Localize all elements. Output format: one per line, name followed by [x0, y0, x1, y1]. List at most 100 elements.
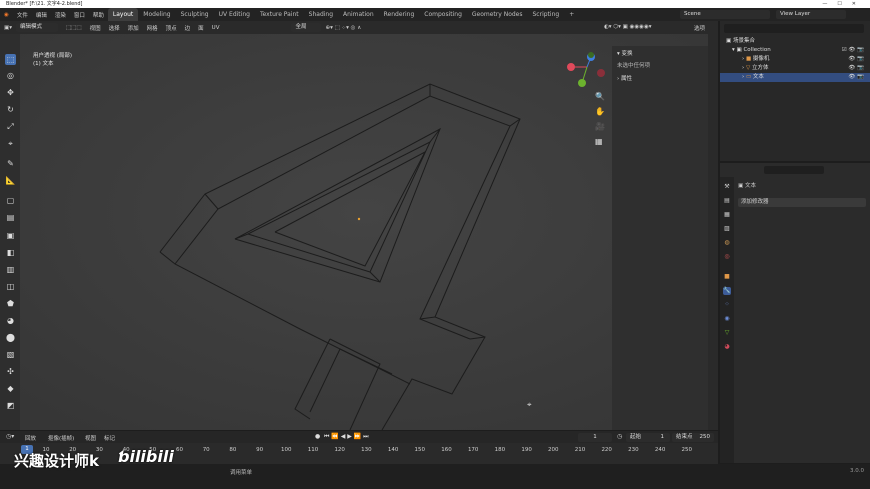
menu-uv[interactable]: UV	[208, 25, 224, 31]
knife-tool-icon[interactable]: ◫	[5, 281, 16, 292]
poly-build-tool-icon[interactable]: ⬟	[5, 298, 16, 309]
tool-tab-icon[interactable]: ⚒	[723, 183, 731, 191]
window-title: Blender* [F:\21. 文字4-2.blend]	[6, 1, 83, 7]
modifier-tab-icon[interactable]: 🔧	[723, 287, 731, 295]
tab-texture-paint[interactable]: Texture Paint	[255, 8, 304, 21]
tab-animation[interactable]: Animation	[338, 8, 379, 21]
zoom-icon[interactable]: 🔍	[595, 92, 605, 101]
start-frame-field[interactable]: 起始 1	[626, 433, 670, 442]
view-layer-tab-icon[interactable]: ▨	[723, 225, 731, 233]
tab-compositing[interactable]: Compositing	[419, 8, 467, 21]
mode-selector[interactable]: 编辑模式	[15, 23, 58, 32]
scale-tool-icon[interactable]: ⤢	[5, 121, 16, 132]
loop-cut-tool-icon[interactable]: ▥	[5, 264, 16, 275]
tab-uv-editing[interactable]: UV Editing	[214, 8, 255, 21]
shear-tool-icon[interactable]: ◆	[5, 383, 16, 394]
object-tab-icon[interactable]: ■	[723, 273, 731, 281]
end-frame-field[interactable]: 结束点 250	[672, 433, 714, 442]
3d-viewport[interactable]: 用户透视 (局部) (1) 文本 🔍 ✋ 🎥 ▦ ⌖	[20, 34, 708, 430]
menu-add[interactable]: 添加	[124, 24, 143, 32]
transform-tool-icon[interactable]: ⌖	[5, 138, 16, 149]
pan-hand-icon[interactable]: ✋	[595, 107, 605, 116]
extrude-tool-icon[interactable]: ▤	[5, 212, 16, 223]
outliner-item-text[interactable]: › ▭ 文本 👁 📷	[720, 73, 870, 82]
spin-tool-icon[interactable]: ◕	[5, 315, 16, 326]
timeline-tick-label: 70	[202, 447, 210, 453]
render-tab-icon[interactable]: ▤	[723, 197, 731, 205]
select-box-tool-icon[interactable]: ⬚	[5, 54, 16, 65]
blender-logo-icon[interactable]: ◉	[0, 12, 13, 18]
properties-editor: ▣ 文本 添加修改器	[720, 163, 870, 463]
particles-tab-icon[interactable]: ⁘	[723, 301, 731, 309]
tab-layout[interactable]: Layout	[107, 8, 139, 21]
transform-orientation[interactable]: 全局	[291, 23, 322, 32]
add-cube-tool-icon[interactable]: ▢	[5, 195, 16, 206]
cursor-tool-icon[interactable]: ◎	[5, 70, 16, 81]
measure-tool-icon[interactable]: 📐	[5, 175, 16, 186]
options-button[interactable]: 选项	[690, 24, 709, 32]
window-controls[interactable]: —☐✕	[822, 0, 866, 8]
view-layer-selector[interactable]: View Layer	[776, 10, 846, 19]
menu-file[interactable]: 文件	[13, 11, 32, 19]
collection-row[interactable]: ▾ ▣ Collection ☑ 👁 📷	[720, 46, 870, 55]
menu-playback[interactable]: 回放	[25, 434, 36, 442]
add-modifier-button[interactable]: 添加修改器	[738, 198, 866, 207]
bevel-tool-icon[interactable]: ◧	[5, 247, 16, 258]
tab-sculpting[interactable]: Sculpting	[176, 8, 214, 21]
timeline-tick-label: 190	[521, 447, 532, 453]
timeline-editor-icon[interactable]: ◷▾	[6, 433, 14, 440]
menu-window[interactable]: 窗口	[70, 11, 89, 19]
menu-face[interactable]: 面	[194, 24, 208, 32]
menu-keying[interactable]: 抠像(插帧)	[48, 434, 74, 442]
menu-edge[interactable]: 边	[181, 24, 195, 32]
menu-select[interactable]: 选择	[105, 24, 124, 32]
ortho-grid-icon[interactable]: ▦	[595, 137, 603, 146]
current-frame-field[interactable]: 1	[578, 433, 612, 442]
annotate-tool-icon[interactable]: ✎	[5, 158, 16, 169]
transform-section-header[interactable]: ▾ 变换	[617, 49, 633, 57]
tab-scripting[interactable]: Scripting	[528, 8, 565, 21]
stopwatch-icon[interactable]: ◷	[617, 433, 622, 440]
add-workspace-button[interactable]: +	[564, 8, 579, 21]
select-mode-icons[interactable]: ⬚⬚⬚	[62, 25, 86, 31]
outliner-item-camera[interactable]: › ■ 摄像机 👁 📷	[720, 55, 870, 64]
menu-marker[interactable]: 标记	[104, 434, 115, 442]
smooth-tool-icon[interactable]: ⬤	[5, 332, 16, 343]
navigation-gizmo[interactable]	[565, 52, 610, 92]
menu-vertex[interactable]: 顶点	[162, 24, 181, 32]
physics-tab-icon[interactable]: ◉	[723, 315, 731, 323]
edge-slide-tool-icon[interactable]: ▧	[5, 349, 16, 360]
move-tool-icon[interactable]: ✥	[5, 87, 16, 98]
tab-shading[interactable]: Shading	[304, 8, 338, 21]
scene-collection-row[interactable]: ▣ 场景集合	[720, 37, 870, 46]
snap-icons[interactable]: ⊕▾ ⬚ ⁘▾ ◎ ∧	[321, 25, 365, 31]
menu-timeline-view[interactable]: 视图	[85, 434, 96, 442]
properties-section-header[interactable]: › 属性	[617, 74, 632, 82]
gizmo-icons[interactable]: ◐▾ ⬡▾ ▣ ◉◉◉◉▾	[600, 24, 656, 30]
output-tab-icon[interactable]: ▦	[723, 211, 731, 219]
scene-tab-icon[interactable]: ◍	[723, 239, 731, 247]
object-data-tab-icon[interactable]: ▽	[723, 329, 731, 337]
properties-search[interactable]	[764, 166, 824, 174]
outliner-item-cube[interactable]: › ▽ 立方体 👁 📷	[720, 64, 870, 73]
menu-mesh[interactable]: 网格	[143, 24, 162, 32]
rotate-tool-icon[interactable]: ↻	[5, 104, 16, 115]
tab-rendering[interactable]: Rendering	[379, 8, 420, 21]
inset-tool-icon[interactable]: ▣	[5, 230, 16, 241]
tab-modeling[interactable]: Modeling	[138, 8, 175, 21]
menu-render[interactable]: 渲染	[51, 11, 70, 19]
outliner-filter-bar[interactable]	[724, 24, 864, 33]
scene-selector[interactable]: Scene	[680, 10, 770, 19]
menu-view[interactable]: 视图	[86, 24, 105, 32]
editor-type-icon[interactable]: ▣▾	[0, 25, 16, 31]
rip-tool-icon[interactable]: ◩	[5, 400, 16, 411]
playback-controls[interactable]: ● ⏮ ⏪ ◀ ▶ ⏩ ⏭	[315, 433, 369, 441]
tab-geometry-nodes[interactable]: Geometry Nodes	[467, 8, 528, 21]
menu-help[interactable]: 帮助	[89, 11, 108, 19]
menu-edit[interactable]: 编辑	[32, 11, 51, 19]
material-tab-icon[interactable]: ◕	[723, 343, 731, 351]
shrink-fatten-tool-icon[interactable]: ✣	[5, 366, 16, 377]
sidebar-tabs[interactable]	[708, 34, 718, 430]
camera-view-icon[interactable]: 🎥	[595, 122, 605, 131]
world-tab-icon[interactable]: ◎	[723, 253, 731, 261]
